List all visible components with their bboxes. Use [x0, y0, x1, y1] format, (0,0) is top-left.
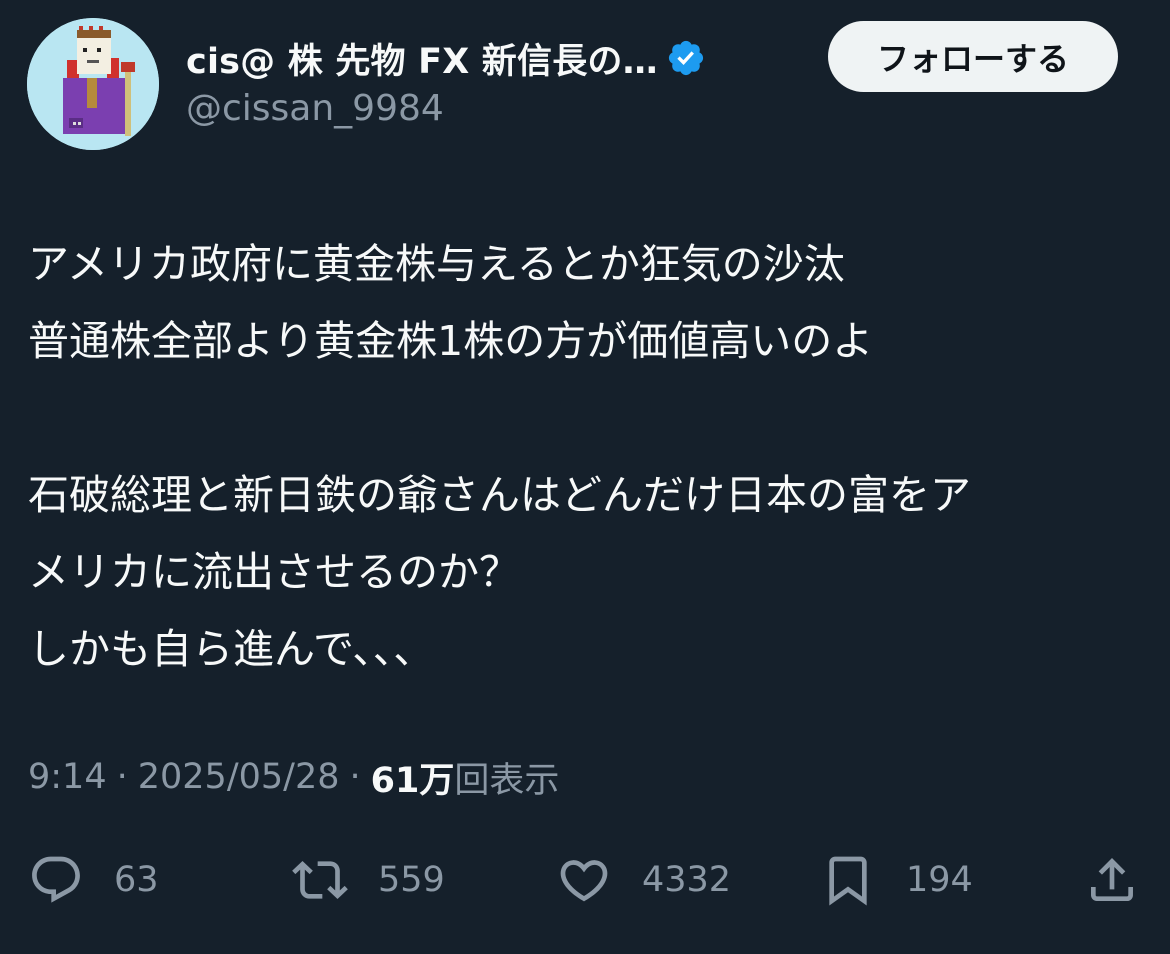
tweet-text-line: 石破総理と新日鉄の爺さんはどんだけ日本の富をア: [28, 471, 971, 519]
meta-separator: ·: [349, 757, 361, 797]
views-label: 回表示: [454, 760, 560, 801]
tweet-time[interactable]: 9:14: [28, 757, 107, 797]
bookmark-icon: [829, 856, 867, 906]
tweet-text-line: しかも自ら進んで、、、: [28, 625, 435, 673]
follow-button[interactable]: フォローする: [828, 21, 1118, 92]
tweet-text-line: メリカに流出させるのか？: [28, 548, 520, 596]
meta-separator: ·: [116, 757, 128, 797]
reply-icon: [32, 856, 80, 903]
tweet-card: cis@ 株 先物 FX 新信長の… @cissan_9984 フォローする ア…: [0, 0, 1170, 954]
display-name-row[interactable]: cis@ 株 先物 FX 新信長の…: [186, 34, 706, 82]
views-count[interactable]: 61万: [371, 752, 455, 803]
retweet-button[interactable]: 559: [292, 845, 445, 915]
verified-badge-icon: [666, 38, 706, 78]
heart-icon: [560, 860, 608, 902]
user-handle[interactable]: @cissan_9984: [186, 88, 444, 129]
like-button[interactable]: 4332: [556, 845, 731, 915]
reply-button[interactable]: 63: [28, 845, 159, 915]
retweet-count: 559: [378, 860, 445, 900]
retweet-icon: [292, 861, 348, 899]
avatar-pixel-art-icon: [27, 18, 159, 150]
reply-count: 63: [114, 860, 159, 900]
bookmark-button[interactable]: 194: [820, 845, 973, 915]
tweet-text: アメリカ政府に黄金株与えるとか狂気の沙汰 普通株全部より黄金株1株の方が価値高い…: [28, 226, 1148, 688]
share-button[interactable]: [1084, 845, 1140, 915]
tweet-text-line: 普通株全部より黄金株1株の方が価値高いのよ: [28, 317, 874, 365]
bookmark-count: 194: [906, 860, 973, 900]
tweet-meta: 9:14 · 2025/05/28 · 61万 回表示: [28, 752, 559, 802]
share-icon: [1091, 858, 1133, 901]
display-name[interactable]: cis@ 株 先物 FX 新信長の…: [186, 33, 658, 84]
like-count: 4332: [642, 860, 732, 900]
tweet-text-line: [28, 380, 1148, 457]
action-bar: 63 559 4332 194: [0, 845, 1170, 915]
tweet-text-line: アメリカ政府に黄金株与えるとか狂気の沙汰: [28, 240, 845, 288]
tweet-date[interactable]: 2025/05/28: [138, 757, 340, 797]
avatar[interactable]: [27, 18, 159, 150]
